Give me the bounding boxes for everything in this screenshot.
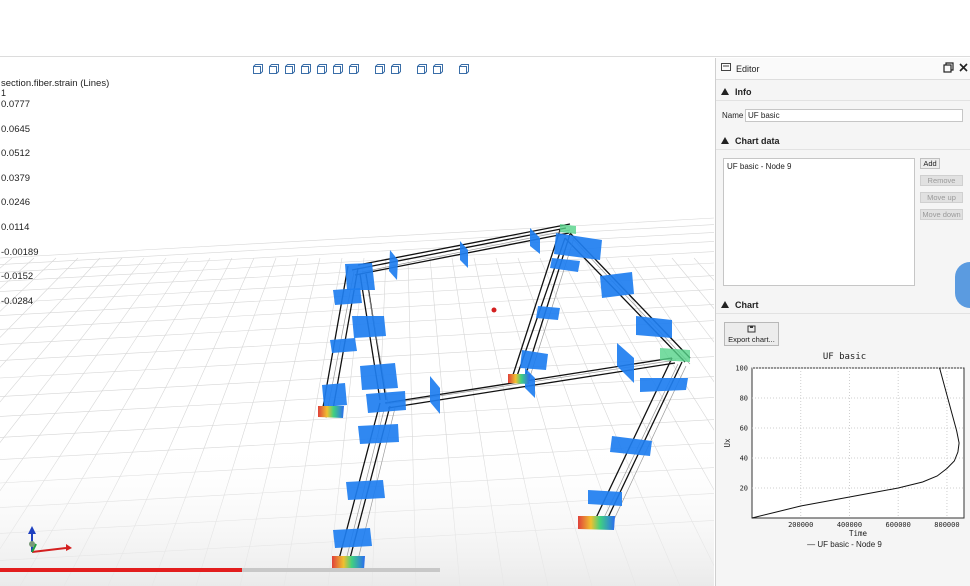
legend-tick-label: 0.0777 [1, 99, 31, 110]
legend-tick-label: 0.0246 [1, 197, 31, 209]
selected-node[interactable] [491, 307, 497, 313]
view-bottom-icon[interactable] [346, 62, 360, 76]
x-tick-label: 400000 [837, 521, 862, 529]
video-progress-fill [0, 568, 242, 572]
list-item[interactable]: UF basic - Node 9 [727, 162, 791, 171]
export-chart-label: Export chart... [728, 334, 775, 344]
view-toolbar [250, 60, 470, 78]
legend-tick-label: 0.0645 [1, 123, 31, 135]
y-tick-label: 40 [740, 455, 748, 463]
section-chart-data-label: Chart data [735, 135, 780, 146]
x-tick-label: 200000 [788, 521, 813, 529]
chart: UF basic 200000 400000 600000 800000 20 40 60 8… [720, 350, 969, 556]
legend-tick-label: 0.0114 [1, 222, 30, 233]
editor-title: Editor [736, 63, 760, 74]
export-chart-button[interactable]: Export chart... [724, 322, 779, 346]
y-tick-label: 20 [740, 485, 748, 493]
editor-icon [721, 63, 731, 74]
legend-tick-label: 0.0379 [1, 172, 31, 184]
chart-plot: 200000 400000 600000 800000 20 40 60 80 100 Time U… [723, 365, 965, 538]
legend-subtitle: 1 [1, 88, 7, 98]
y-tick-label: 80 [740, 395, 748, 403]
y-tick-label: 60 [740, 425, 748, 433]
zoom-icon[interactable] [430, 62, 444, 76]
name-label: Name [722, 111, 744, 120]
x-axis-label: Time [849, 529, 868, 538]
x-tick-label: 800000 [934, 521, 959, 529]
save-icon [747, 325, 756, 335]
video-progress-bar[interactable] [0, 568, 440, 572]
legend-title: section.fiber.strain (Lines) [1, 78, 110, 89]
perspective-icon[interactable] [372, 62, 386, 76]
y-tick-label: 100 [735, 365, 748, 373]
series-list[interactable]: UF basic - Node 9 [723, 158, 915, 286]
screen: section.fiber.strain (Lines) 1 0.0777 0.0… [0, 0, 970, 586]
view-top-icon[interactable] [330, 62, 344, 76]
parallel-icon[interactable] [388, 62, 402, 76]
view-front-icon[interactable] [266, 62, 280, 76]
legend-tick-label: -0.0284 [1, 295, 34, 307]
add-button[interactable]: Add [920, 158, 940, 169]
x-tick-label: 600000 [886, 521, 911, 529]
y-axis-label: Ux [723, 438, 732, 448]
legend-line-icon: — [807, 540, 818, 549]
close-icon[interactable] [958, 62, 969, 75]
view-iso-icon[interactable] [250, 62, 264, 76]
collapse-triangle-icon [721, 136, 729, 146]
remove-button[interactable]: Remove [920, 175, 963, 186]
legend-tick-label: -0.00189 [1, 246, 39, 258]
section-info-label: Info [735, 86, 752, 97]
view-right-icon[interactable] [314, 62, 328, 76]
view-back-icon[interactable] [282, 62, 296, 76]
top-bar [0, 0, 970, 57]
chart-legend-label: UF basic - Node 9 [817, 540, 882, 549]
editor-header: Editor [716, 58, 970, 80]
section-info[interactable]: Info [716, 83, 970, 101]
legend-tick-label: -0.0152 [1, 271, 34, 283]
section-chart-label: Chart [735, 299, 759, 310]
move-down-button[interactable]: Move down [920, 209, 963, 220]
legend-tick-label: 0.0512 [1, 148, 31, 160]
view-left-icon[interactable] [298, 62, 312, 76]
name-field[interactable]: UF basic [745, 109, 963, 122]
editor-panel: Editor Info Name UF basic Chart data UF … [715, 58, 970, 586]
move-up-button[interactable]: Move up [920, 192, 963, 203]
collapse-triangle-icon [721, 300, 729, 310]
fit-all-icon[interactable] [414, 62, 428, 76]
grid-icon[interactable] [456, 62, 470, 76]
3d-scene[interactable] [0, 58, 714, 586]
section-chart-data[interactable]: Chart data [716, 132, 970, 150]
chart-legend: — UF basic - Node 9 [720, 540, 969, 549]
collapse-triangle-icon [721, 87, 729, 97]
side-drawer-tab[interactable] [955, 262, 970, 308]
3d-viewport[interactable]: section.fiber.strain (Lines) 1 0.0777 0.0… [0, 58, 714, 586]
section-chart[interactable]: Chart [716, 296, 970, 314]
restore-icon[interactable] [943, 62, 954, 75]
